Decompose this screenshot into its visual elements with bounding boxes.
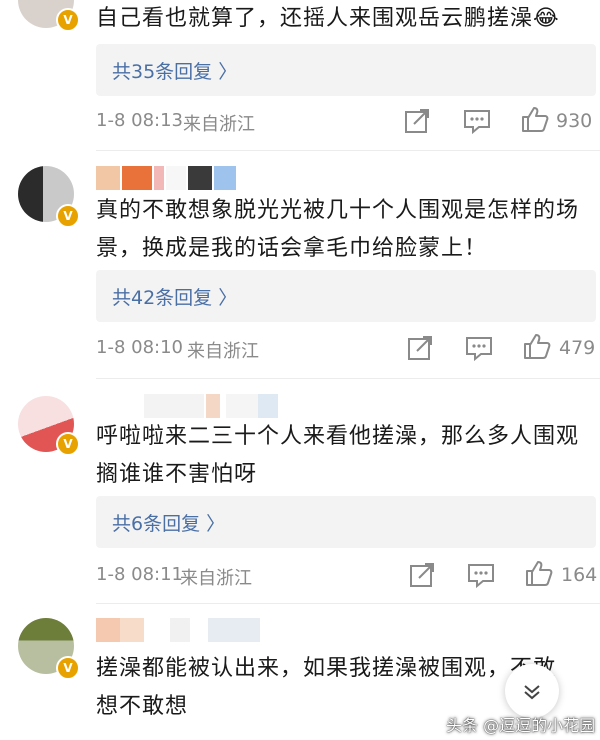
replies-button[interactable]: 共42条回复 〉	[96, 270, 596, 322]
timestamp: 1-8 08:13	[96, 110, 183, 131]
like-icon[interactable]	[524, 558, 554, 588]
comment-text: 呼啦啦来二三十个人来看他搓澡，那么多人围观 搁谁谁不害怕呀	[96, 424, 580, 487]
comment-icon[interactable]	[464, 333, 494, 363]
share-icon[interactable]	[402, 106, 432, 136]
replies-label: 共42条回复 〉	[112, 287, 238, 309]
share-icon[interactable]	[405, 333, 435, 363]
comment-text: 自己看也就算了，还摇人来围观岳云鹏搓澡😂	[96, 6, 560, 31]
timestamp: 1-8 08:10	[96, 337, 183, 358]
verified-badge-icon: V	[56, 656, 80, 680]
like-count: 479	[559, 337, 596, 359]
timestamp: 1-8 08:11	[96, 564, 183, 585]
divider	[96, 378, 600, 379]
comment-icon[interactable]	[462, 106, 492, 136]
comment-icon[interactable]	[466, 560, 496, 590]
scroll-down-button[interactable]	[505, 664, 559, 718]
divider	[96, 603, 600, 604]
chevron-down-icon	[524, 685, 540, 700]
location: 来自浙江	[183, 114, 255, 135]
like-count: 930	[556, 110, 593, 132]
verified-badge-icon: V	[56, 432, 80, 456]
replies-label: 共35条回复 〉	[112, 61, 238, 83]
location: 来自浙江	[180, 568, 252, 589]
replies-button[interactable]: 共35条回复 〉	[96, 44, 596, 96]
comment-text: 真的不敢想象脱光光被几十个人围观是怎样的场 景，换成是我的话会拿毛巾给脸蒙上！	[96, 198, 580, 261]
location: 来自浙江	[187, 341, 259, 362]
like-icon[interactable]	[520, 104, 550, 134]
replies-label: 共6条回复 〉	[112, 513, 226, 535]
share-icon[interactable]	[407, 560, 437, 590]
verified-badge-icon: V	[56, 8, 80, 32]
verified-badge-icon: V	[56, 204, 80, 228]
like-icon[interactable]	[522, 331, 552, 361]
replies-button[interactable]: 共6条回复 〉	[96, 496, 596, 548]
watermark: 头条 @逗逗的小花园	[446, 716, 596, 735]
divider	[96, 150, 600, 151]
like-count: 164	[561, 564, 598, 586]
